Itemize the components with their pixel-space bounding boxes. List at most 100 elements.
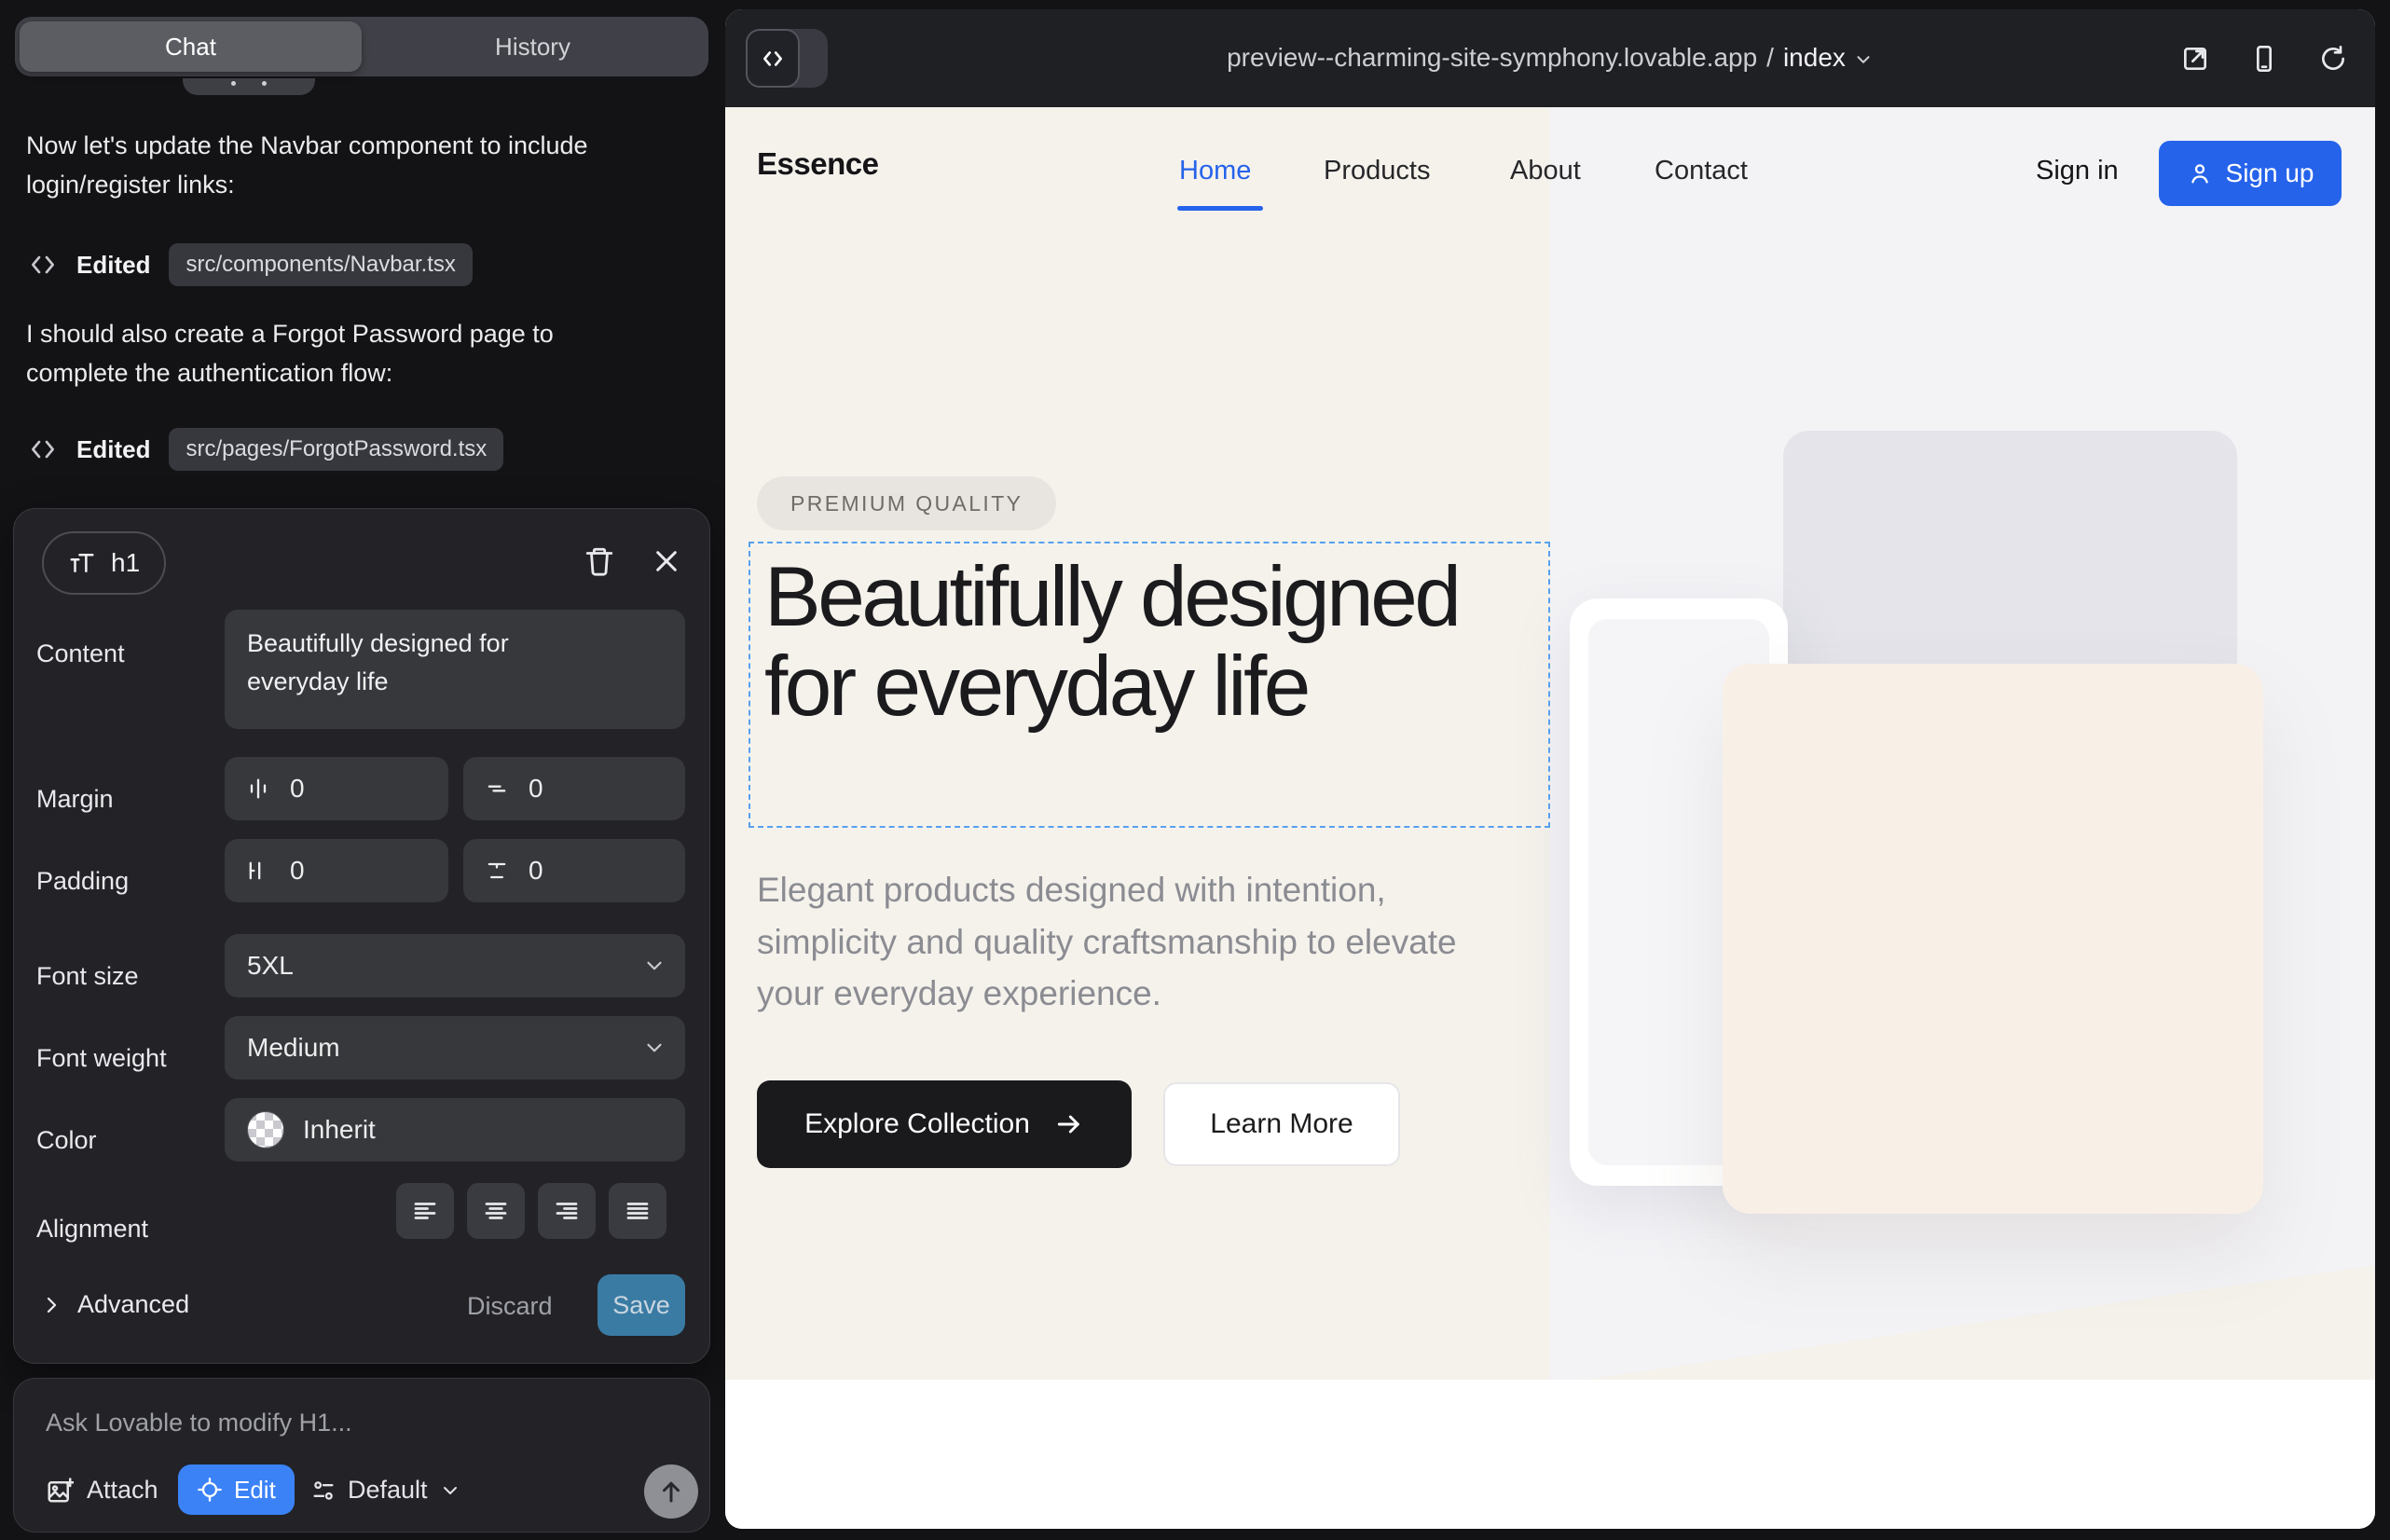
learn-more-button[interactable]: Learn More: [1163, 1082, 1400, 1166]
mode-label: Default: [348, 1476, 428, 1505]
align-justify-button[interactable]: [609, 1183, 666, 1239]
discard-button[interactable]: Discard: [467, 1292, 553, 1321]
margin-y-value: 0: [529, 774, 543, 804]
tab-chat[interactable]: Chat: [20, 21, 362, 72]
sign-up-button[interactable]: Sign up: [2159, 141, 2342, 206]
content-label: Content: [36, 639, 125, 668]
edited-file-chip[interactable]: src/pages/ForgotPassword.tsx: [169, 428, 503, 471]
tag-label: h1: [111, 548, 140, 578]
code-icon: [28, 434, 58, 464]
assistant-message: Now let's update the Navbar component to…: [26, 127, 652, 205]
edited-file-chip[interactable]: src/components/Navbar.tsx: [169, 243, 472, 286]
lovable-workspace: Chat History Now let's update the Navbar…: [0, 0, 2390, 1540]
open-external-icon[interactable]: [2177, 41, 2213, 76]
edited-label: Edited: [76, 435, 150, 464]
color-value: Inherit: [303, 1115, 376, 1145]
edit-mode-button[interactable]: Edit: [178, 1464, 295, 1515]
refresh-icon[interactable]: [2315, 41, 2351, 76]
align-center-button[interactable]: [467, 1183, 525, 1239]
advanced-toggle[interactable]: Advanced: [40, 1290, 189, 1319]
chevron-right-icon: [40, 1294, 62, 1316]
font-weight-label: Font weight: [36, 1044, 167, 1073]
sign-in-link[interactable]: Sign in: [2036, 156, 2119, 186]
margin-x-value: 0: [290, 774, 305, 804]
sliders-icon: [310, 1478, 337, 1504]
alignment-label: Alignment: [36, 1215, 148, 1244]
prompt-input-card: Ask Lovable to modify H1... Attach Edit …: [13, 1378, 710, 1533]
close-editor-button[interactable]: [646, 541, 687, 582]
mode-selector[interactable]: Default: [310, 1476, 461, 1505]
scrolled-out-chip: [183, 78, 315, 95]
explore-collection-label: Explore Collection: [804, 1108, 1030, 1140]
arrow-up-icon: [657, 1478, 685, 1506]
chevron-down-icon: [642, 954, 666, 978]
preview-toolbar-actions: [2177, 41, 2351, 76]
element-editor-panel: h1 Content Beautifully designed for ever…: [13, 508, 710, 1364]
chevron-down-icon: [439, 1479, 461, 1502]
margin-x-input[interactable]: 0: [225, 757, 448, 820]
align-left-button[interactable]: [396, 1183, 454, 1239]
chevron-down-icon: [642, 1036, 666, 1060]
active-nav-underline: [1177, 206, 1263, 211]
chip-dot: [231, 81, 236, 86]
nav-link-products[interactable]: Products: [1324, 156, 1430, 186]
tab-history[interactable]: History: [362, 21, 704, 72]
advanced-label: Advanced: [77, 1290, 189, 1319]
arrow-right-icon: [1054, 1109, 1084, 1139]
explore-collection-button[interactable]: Explore Collection: [757, 1080, 1132, 1168]
sign-up-label: Sign up: [2226, 158, 2314, 188]
content-value: Beautifully designed for everyday life: [247, 625, 573, 700]
align-right-button[interactable]: [538, 1183, 596, 1239]
margin-x-icon: [245, 776, 271, 802]
selected-element-tag: h1: [42, 531, 166, 595]
margin-y-input[interactable]: 0: [463, 757, 685, 820]
font-size-label: Font size: [36, 962, 139, 991]
prompt-input[interactable]: Ask Lovable to modify H1...: [46, 1409, 352, 1437]
user-icon: [2187, 160, 2213, 186]
attach-label: Attach: [87, 1476, 158, 1505]
chevron-down-icon: [1853, 49, 1874, 70]
padding-x-input[interactable]: 0: [225, 839, 448, 902]
padding-label: Padding: [36, 867, 129, 896]
nav-link-about[interactable]: About: [1510, 156, 1581, 186]
preview-page: Essence Home Products About Contact Sign…: [725, 107, 2375, 1529]
send-button[interactable]: [644, 1464, 698, 1519]
file-edit-row: Edited src/components/Navbar.tsx: [28, 241, 473, 289]
font-size-select[interactable]: 5XL: [225, 934, 685, 997]
padding-y-value: 0: [529, 856, 543, 886]
font-weight-value: Medium: [247, 1033, 340, 1063]
attach-button[interactable]: Attach: [46, 1476, 158, 1505]
color-swatch-transparent: [247, 1111, 284, 1148]
hero-card-cream: [1723, 664, 2263, 1214]
color-label: Color: [36, 1126, 97, 1155]
font-weight-select[interactable]: Medium: [225, 1016, 685, 1079]
edit-label: Edit: [234, 1476, 276, 1505]
margin-y-icon: [484, 776, 510, 802]
nav-link-contact[interactable]: Contact: [1655, 156, 1748, 186]
target-icon: [197, 1477, 223, 1503]
padding-y-icon: [484, 858, 510, 884]
mobile-view-icon[interactable]: [2246, 41, 2282, 76]
hero-paragraph: Elegant products designed with intention…: [757, 864, 1512, 1020]
padding-y-input[interactable]: 0: [463, 839, 685, 902]
font-size-value: 5XL: [247, 951, 294, 981]
code-icon: [28, 250, 58, 280]
nav-link-home[interactable]: Home: [1179, 156, 1251, 186]
delete-element-button[interactable]: [579, 541, 620, 582]
content-input[interactable]: Beautifully designed for everyday life: [225, 610, 685, 729]
preview-toolbar: preview--charming-site-symphony.lovable.…: [725, 9, 2375, 107]
site-logo[interactable]: Essence: [757, 146, 878, 182]
color-select[interactable]: Inherit: [225, 1098, 685, 1162]
hero-badge: PREMIUM QUALITY: [757, 476, 1056, 530]
margin-label: Margin: [36, 785, 114, 814]
padding-x-icon: [245, 858, 271, 884]
save-button[interactable]: Save: [598, 1274, 685, 1336]
edited-label: Edited: [76, 251, 150, 280]
chip-dot: [262, 81, 267, 86]
hero-heading[interactable]: Beautifully designed for everyday life: [764, 553, 1557, 731]
preview-window: preview--charming-site-symphony.lovable.…: [725, 9, 2375, 1529]
url-separator: /: [1766, 43, 1774, 72]
attach-image-icon: [46, 1477, 74, 1505]
url-text: preview--charming-site-symphony.lovable.…: [1227, 43, 1757, 72]
preview-url[interactable]: preview--charming-site-symphony.lovable.…: [725, 43, 2375, 73]
